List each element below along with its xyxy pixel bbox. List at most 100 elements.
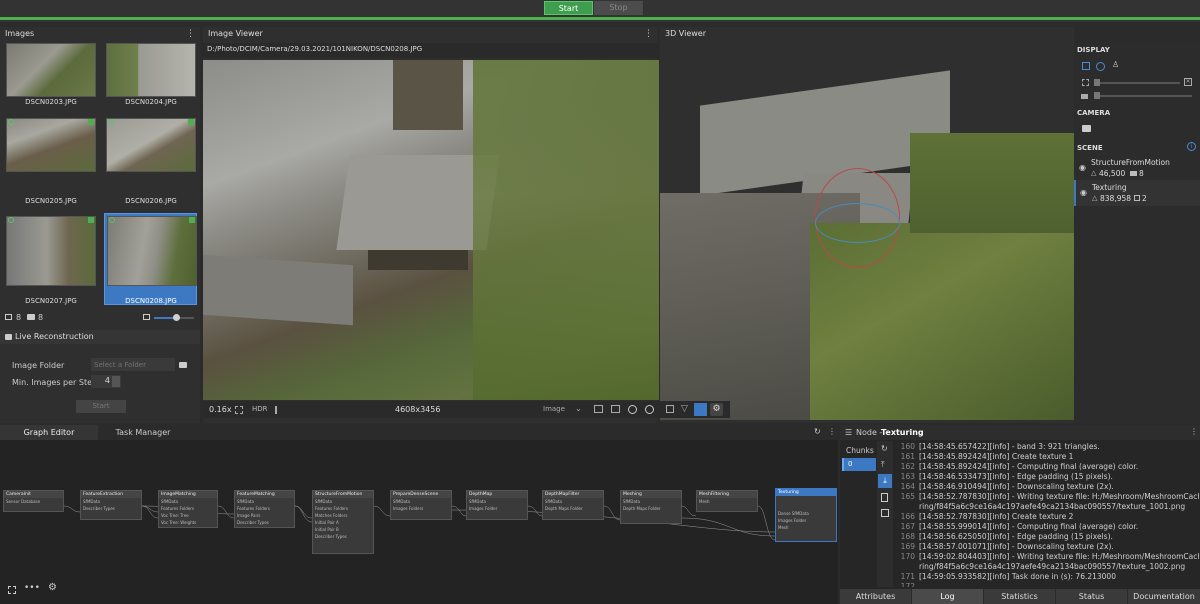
node-panel-menu-icon[interactable]: ⋮ xyxy=(1190,427,1198,436)
node-depthmapfilter[interactable]: DepthMapFilter SfMData Depth Maps Folder xyxy=(542,490,604,520)
person-icon[interactable]: ♙ xyxy=(1112,60,1119,69)
stop-button[interactable]: Stop xyxy=(594,1,643,15)
node-port[interactable]: Initial Pair B xyxy=(313,526,373,533)
thumbnail-dscn0208[interactable] xyxy=(107,216,197,286)
node-port[interactable]: Describer Types xyxy=(313,533,373,540)
node-port[interactable]: SfMData xyxy=(391,498,451,505)
node-texturing[interactable]: Texturing Dense SfMData Images Folder Me… xyxy=(775,488,837,542)
node-port[interactable]: Image Pairs xyxy=(235,512,294,519)
tab-attributes[interactable]: Attributes xyxy=(840,589,912,604)
tab-statistics[interactable]: Statistics xyxy=(984,589,1056,604)
live-reconstruction-header[interactable]: Live Reconstruction xyxy=(0,330,200,344)
node-port[interactable]: Images Folder xyxy=(776,517,836,524)
node-port[interactable]: SfMData xyxy=(467,498,527,505)
node-port[interactable]: SfMData xyxy=(81,498,141,505)
tab-log[interactable]: Log xyxy=(912,589,984,604)
image-folder-input[interactable] xyxy=(91,358,175,371)
thumbnail-dscn0207[interactable] xyxy=(6,216,96,286)
square-icon[interactable] xyxy=(666,405,674,413)
thumbnail-dscn0205[interactable] xyxy=(6,118,96,172)
refresh-icon[interactable]: ↻ xyxy=(814,427,821,436)
live-start-button[interactable]: Start xyxy=(76,400,126,413)
folder-icon[interactable] xyxy=(179,362,187,368)
thumbnail-dscn0206[interactable] xyxy=(106,118,196,172)
min-images-spinbox[interactable]: 4 xyxy=(91,375,121,388)
filter-icon[interactable]: ▽ xyxy=(681,404,688,414)
node-port[interactable]: Images Folders xyxy=(391,505,451,512)
grid-icon[interactable] xyxy=(1082,62,1090,70)
node-meshing[interactable]: Meshing SfMData Depth Maps Folder xyxy=(620,490,682,524)
node-camerainit[interactable]: CameraInit Sensor Database xyxy=(3,490,64,512)
node-port[interactable]: Mesh xyxy=(776,524,836,531)
viewer3d-canvas[interactable] xyxy=(660,43,1074,420)
info-icon[interactable] xyxy=(645,405,654,414)
eye-icon[interactable]: ◉ xyxy=(1080,188,1087,197)
color-picker-icon[interactable] xyxy=(275,406,281,414)
thumbnail-size-slider[interactable] xyxy=(154,314,194,321)
chevron-down-icon[interactable]: ⌄ xyxy=(575,404,582,413)
start-button[interactable]: Start xyxy=(544,1,593,15)
node-port[interactable]: SfMData xyxy=(159,498,217,505)
slider-handle[interactable] xyxy=(1094,92,1100,99)
camera-scale-slider[interactable] xyxy=(1094,92,1192,99)
refresh-icon[interactable]: ↻ xyxy=(881,444,888,453)
node-port[interactable]: Features Folders xyxy=(313,505,373,512)
node-port[interactable]: Initial Pair A xyxy=(313,519,373,526)
info-icon[interactable]: i xyxy=(1187,142,1196,151)
scene-item-sfm[interactable]: ◉ StructureFromMotion △ 46,500 8 xyxy=(1074,155,1200,181)
node-port[interactable]: Describer Types xyxy=(81,505,141,512)
slider-handle[interactable] xyxy=(173,314,180,321)
target-icon[interactable] xyxy=(1096,62,1105,71)
graph-menu-icon[interactable]: ⋮ xyxy=(828,427,836,436)
node-port[interactable]: Describer Types xyxy=(235,519,294,526)
images-menu-icon[interactable]: ⋮ xyxy=(186,27,195,41)
node-depthmap[interactable]: DepthMap SfMData Images Folder xyxy=(466,490,528,520)
point-size-slider[interactable] xyxy=(1094,79,1180,86)
globe-icon[interactable] xyxy=(628,405,637,414)
eye-icon[interactable]: ◉ xyxy=(1079,163,1086,172)
node-port[interactable]: SfMData xyxy=(543,498,603,505)
fit-view-icon[interactable] xyxy=(8,586,16,594)
node-port[interactable]: SfMData xyxy=(621,498,681,505)
node-port[interactable]: Images Folder xyxy=(467,505,527,512)
external-link-icon[interactable] xyxy=(881,509,889,517)
scroll-bottom-icon[interactable]: ⤓ xyxy=(878,474,892,488)
zoom-level[interactable]: 0.16x xyxy=(209,405,232,414)
more-icon[interactable]: ••• xyxy=(24,583,40,593)
log-view[interactable]: 160 [14:58:45.657422][info] - band 3: 921… xyxy=(897,442,1199,587)
grid-icon[interactable] xyxy=(694,403,707,416)
tab-status[interactable]: Status xyxy=(1056,589,1128,604)
node-featureextraction[interactable]: FeatureExtraction SfMData Describer Type… xyxy=(80,490,142,520)
node-port[interactable]: Depth Maps Folder xyxy=(621,505,681,512)
settings-icon[interactable]: ⚙ xyxy=(710,403,723,416)
metadata-icon[interactable] xyxy=(594,405,603,413)
chunk-item[interactable]: 0 xyxy=(842,458,876,471)
close-icon[interactable]: ✕ xyxy=(1184,78,1192,86)
node-port[interactable]: Depth Maps Folder xyxy=(543,505,603,512)
min-images-value[interactable]: 4 xyxy=(105,376,110,385)
tab-documentation[interactable]: Documentation xyxy=(1128,589,1200,604)
image-canvas[interactable] xyxy=(203,60,659,400)
tab-task-manager[interactable]: Task Manager xyxy=(98,425,188,440)
thumbnail-dscn0204[interactable] xyxy=(106,43,196,97)
scene-item-texturing[interactable]: ◉ Texturing △ 838,958 2 xyxy=(1074,180,1200,206)
view-mode-select[interactable]: Image xyxy=(543,405,565,413)
node-port[interactable]: Voc Tree: Weights xyxy=(159,519,217,526)
node-port[interactable]: SfMData xyxy=(313,498,373,505)
node-port[interactable]: Features Folders xyxy=(159,505,217,512)
node-featurematching[interactable]: FeatureMatching SfMData Features Folders… xyxy=(234,490,295,528)
image-icon[interactable] xyxy=(611,405,620,413)
thumbnail-dscn0203[interactable] xyxy=(6,43,96,97)
spin-arrows-icon[interactable] xyxy=(112,376,120,387)
node-port[interactable]: Sensor Database xyxy=(4,498,63,505)
node-structurefrommotion[interactable]: StructureFromMotion SfMData Features Fol… xyxy=(312,490,374,554)
node-port[interactable]: Dense SfMData xyxy=(776,510,836,517)
grid-icon[interactable] xyxy=(235,406,243,414)
node-port[interactable]: Matches Folders xyxy=(313,512,373,519)
node-port[interactable]: SfMData xyxy=(235,498,294,505)
settings-icon[interactable]: ⚙ xyxy=(48,582,57,593)
node-port[interactable]: Mesh xyxy=(697,498,757,505)
node-meshfiltering[interactable]: MeshFiltering Mesh xyxy=(696,490,758,512)
node-port[interactable]: Features Folders xyxy=(235,505,294,512)
node-preparedensescene[interactable]: PrepareDenseScene SfMData Images Folders xyxy=(390,490,452,520)
